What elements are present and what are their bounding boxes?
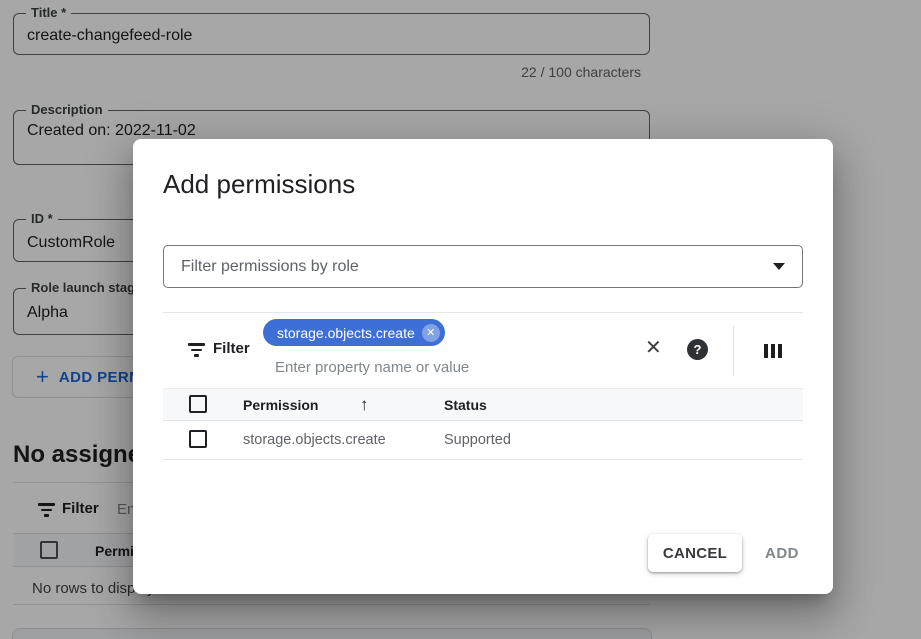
chip-remove-icon[interactable]: ✕ [422, 324, 440, 342]
cancel-button[interactable]: CANCEL [648, 534, 742, 572]
filter-icon [188, 343, 205, 357]
add-permissions-dialog: Add permissions Filter permissions by ro… [133, 139, 833, 594]
role-filter-dropdown[interactable]: Filter permissions by role [163, 245, 803, 288]
sort-ascending-icon[interactable]: ↑ [360, 395, 369, 415]
filter-chip[interactable]: storage.objects.create ✕ [263, 319, 445, 346]
screen: Title * create-changefeed-role 22 / 100 … [0, 0, 921, 639]
row-permission: storage.objects.create [243, 432, 386, 448]
filter-chip-label: storage.objects.create [277, 325, 415, 341]
select-all-checkbox[interactable] [189, 395, 207, 413]
help-icon-glyph: ? [694, 342, 702, 357]
filter-label: Filter [213, 340, 250, 357]
row-status: Supported [444, 432, 511, 448]
row-checkbox[interactable] [189, 430, 207, 448]
column-header-permission[interactable]: Permission [243, 397, 318, 413]
dialog-table-header: Permission ↑ Status [163, 388, 803, 421]
help-icon[interactable]: ? [687, 339, 708, 360]
filter-input[interactable]: Enter property name or value [275, 359, 469, 376]
table-row[interactable]: storage.objects.create Supported [163, 421, 803, 460]
column-header-status: Status [444, 397, 487, 413]
dialog-title: Add permissions [163, 169, 355, 200]
dropdown-arrow-icon [773, 263, 785, 270]
column-display-options-icon[interactable] [762, 344, 783, 358]
clear-filters-icon[interactable]: ✕ [645, 338, 662, 358]
role-filter-placeholder: Filter permissions by role [181, 258, 359, 276]
filter-toolbar: Filter storage.objects.create ✕ Enter pr… [163, 312, 803, 388]
add-button[interactable]: ADD [751, 534, 813, 572]
divider [733, 326, 734, 376]
